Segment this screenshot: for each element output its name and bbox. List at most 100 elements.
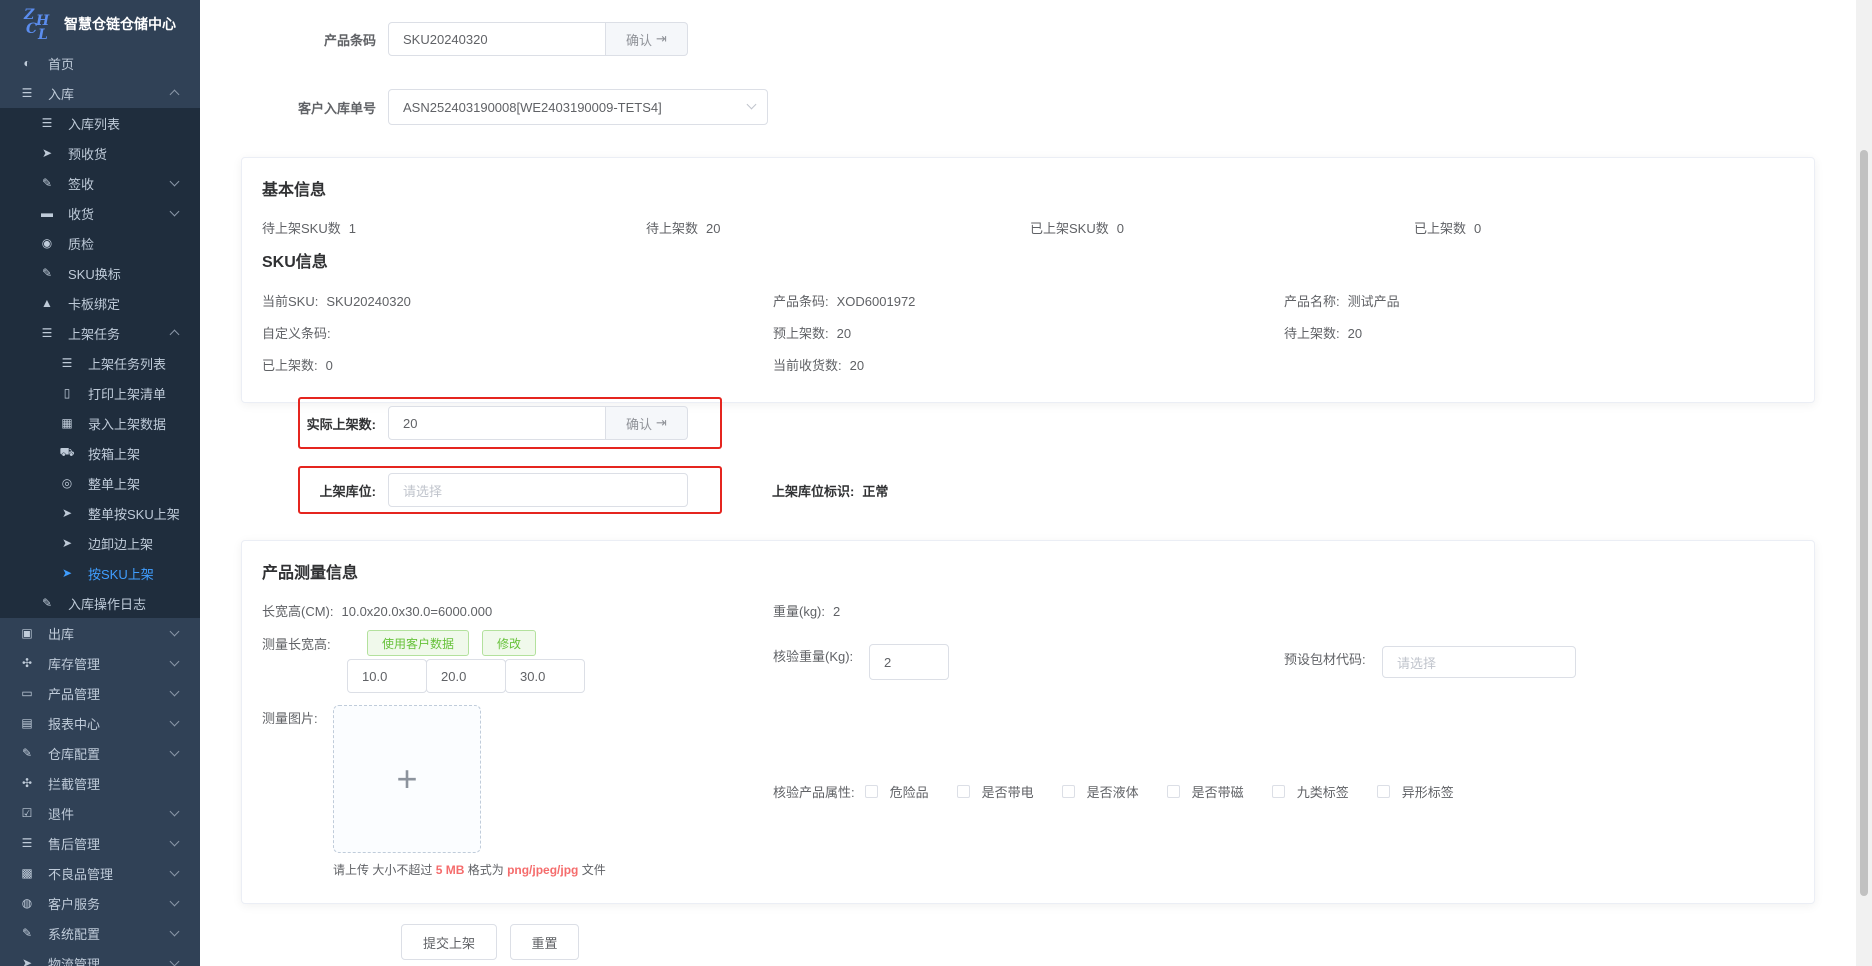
pending-qty: 待上架数 20	[646, 221, 721, 236]
sidebar-item-3[interactable]: ➤ 预收货	[0, 138, 200, 168]
sidebar-item-label: SKU换标	[68, 266, 121, 282]
sidebar-item-12[interactable]: ▦ 录入上架数据	[0, 408, 200, 438]
sidebar-item-label: 边卸边上架	[88, 536, 154, 552]
login-icon: ⇥	[656, 415, 667, 430]
submit-shelving-button[interactable]: 提交上架	[401, 924, 497, 960]
sidebar-item-18[interactable]: ✎ 入库操作日志	[0, 588, 200, 618]
list-icon: ☰	[41, 326, 53, 340]
reset-button[interactable]: 重置	[510, 924, 579, 960]
location-row: 上架库位: 请选择	[200, 473, 688, 507]
package-code-select[interactable]: 请选择	[1382, 646, 1576, 678]
scrollbar[interactable]	[1856, 0, 1872, 966]
sidebar-item-label: 报表中心	[48, 716, 101, 732]
attr-checkbox-4[interactable]: 九类标签	[1271, 782, 1349, 801]
check-weight-label: 核验重量(Kg):	[773, 649, 854, 664]
edit-icon: ✎	[41, 176, 53, 190]
barcode-confirm-button[interactable]: 确认 ⇥	[606, 22, 688, 56]
chevron-down-icon	[169, 206, 180, 217]
list-icon: ☰	[61, 356, 73, 370]
list-icon: ☰	[21, 86, 33, 100]
logo-mark-icon: Z H C L	[24, 7, 50, 43]
sidebar-item-0[interactable]: ◐ 首页	[0, 48, 200, 78]
check-weight-input[interactable]: 2	[869, 644, 949, 680]
sidebar-item-22[interactable]: ▤ 报表中心	[0, 708, 200, 738]
sidebar-item-28[interactable]: ◍ 客户服务	[0, 888, 200, 918]
chevron-down-icon	[169, 176, 180, 187]
sidebar-item-9[interactable]: ☰ 上架任务	[0, 318, 200, 348]
sidebar-item-label: 按箱上架	[88, 446, 141, 462]
attr-checkbox-3[interactable]: 是否带磁	[1166, 782, 1244, 801]
sidebar-item-26[interactable]: ☰ 售后管理	[0, 828, 200, 858]
clapper-icon: ▬	[41, 206, 53, 220]
pending-shelf-qty: 待上架数: 20	[1284, 326, 1363, 341]
barcode-input[interactable]: SKU20240320	[388, 22, 606, 56]
sidebar-item-label: 物流管理	[48, 956, 101, 966]
tool-icon: ✣	[21, 776, 33, 790]
sidebar-item-label: 不良品管理	[48, 866, 114, 882]
attr-checkbox-1[interactable]: 是否带电	[956, 782, 1034, 801]
sidebar-item-4[interactable]: ✎ 签收	[0, 168, 200, 198]
sidebar-item-label: 录入上架数据	[88, 416, 167, 432]
received-count: 当前收货数: 20	[773, 358, 865, 373]
sidebar-item-30[interactable]: ➤ 物流管理	[0, 948, 200, 966]
login-icon: ⇥	[656, 31, 667, 46]
actual-qty-input[interactable]: 20	[388, 406, 606, 440]
sidebar-item-1[interactable]: ☰ 入库	[0, 78, 200, 108]
sidebar-item-13[interactable]: ⛟ 按箱上架	[0, 438, 200, 468]
sidebar-item-27[interactable]: ▩ 不良品管理	[0, 858, 200, 888]
asn-select[interactable]: ASN252403190008[WE2403190009-TETS4]	[388, 89, 768, 125]
attr-checkbox-2[interactable]: 是否液体	[1061, 782, 1139, 801]
sidebar-item-8[interactable]: ▲ 卡板绑定	[0, 288, 200, 318]
location-select[interactable]: 请选择	[388, 473, 688, 507]
send-icon: ➤	[61, 536, 73, 550]
measure-card: 产品测量信息 长宽高(CM): 10.0x20.0x30.0=6000.000 重…	[241, 540, 1815, 904]
actual-qty-confirm-button[interactable]: 确认 ⇥	[606, 406, 688, 440]
length-input[interactable]: 10.0	[347, 659, 427, 693]
sidebar-item-16[interactable]: ➤ 边卸边上架	[0, 528, 200, 558]
upload-tip: 请上传 大小不超过 5 MB 格式为 png/jpeg/jpg 文件	[333, 863, 606, 877]
sidebar-item-10[interactable]: ☰ 上架任务列表	[0, 348, 200, 378]
sidebar-item-29[interactable]: ✎ 系统配置	[0, 918, 200, 948]
product-attrs: 核验产品属性: 危险品 是否带电 是否液体 是否带磁 九类标签 异形标签	[773, 782, 1482, 801]
plus-icon: +	[396, 758, 418, 799]
width-input[interactable]: 20.0	[426, 659, 506, 693]
user-icon: ◍	[21, 896, 33, 910]
shelved-count: 已上架数: 0	[262, 358, 333, 373]
send-icon: ➤	[21, 956, 33, 966]
chevron-down-icon	[746, 99, 757, 110]
sidebar-item-20[interactable]: ✣ 库存管理	[0, 648, 200, 678]
sidebar-item-5[interactable]: ▬ 收货	[0, 198, 200, 228]
attr-checkbox-5[interactable]: 异形标签	[1376, 782, 1454, 801]
sidebar-item-2[interactable]: ☰ 入库列表	[0, 108, 200, 138]
checkbox-icon	[956, 785, 970, 798]
pending-sku-count: 待上架SKU数 1	[262, 221, 356, 236]
chevron-down-icon	[169, 896, 180, 907]
use-customer-data-button[interactable]: 使用客户数据	[367, 630, 470, 656]
send-icon: ➤	[41, 146, 53, 160]
sidebar-item-14[interactable]: ◎ 整单上架	[0, 468, 200, 498]
chevron-down-icon	[169, 866, 180, 877]
shelved-qty: 已上架数 0	[1414, 221, 1482, 236]
sidebar-item-7[interactable]: ✎ SKU换标	[0, 258, 200, 288]
dims: 长宽高(CM): 10.0x20.0x30.0=6000.000	[262, 604, 493, 619]
sidebar-item-label: 售后管理	[48, 836, 101, 852]
sidebar-item-label: 产品管理	[48, 686, 101, 702]
sidebar-item-21[interactable]: ▭ 产品管理	[0, 678, 200, 708]
scrollbar-thumb[interactable]	[1860, 150, 1868, 896]
sidebar-item-19[interactable]: ▣ 出库	[0, 618, 200, 648]
attr-checkbox-0[interactable]: 危险品	[864, 782, 929, 801]
height-input[interactable]: 30.0	[505, 659, 585, 693]
sidebar-item-17[interactable]: ➤ 按SKU上架	[0, 558, 200, 588]
sidebar-item-23[interactable]: ✎ 仓库配置	[0, 738, 200, 768]
sidebar-item-24[interactable]: ✣ 拦截管理	[0, 768, 200, 798]
modify-button[interactable]: 修改	[482, 630, 537, 656]
upload-photo-button[interactable]: +	[333, 705, 481, 853]
sidebar-item-label: 整单上架	[88, 476, 141, 492]
sidebar-item-label: 打印上架清单	[88, 386, 167, 402]
sidebar-item-label: 收货	[68, 206, 95, 222]
tool-icon: ✣	[21, 656, 33, 670]
sidebar-item-6[interactable]: ◉ 质检	[0, 228, 200, 258]
sidebar-item-11[interactable]: ▯ 打印上架清单	[0, 378, 200, 408]
sidebar-item-15[interactable]: ➤ 整单按SKU上架	[0, 498, 200, 528]
sidebar-item-25[interactable]: ☑ 退件	[0, 798, 200, 828]
